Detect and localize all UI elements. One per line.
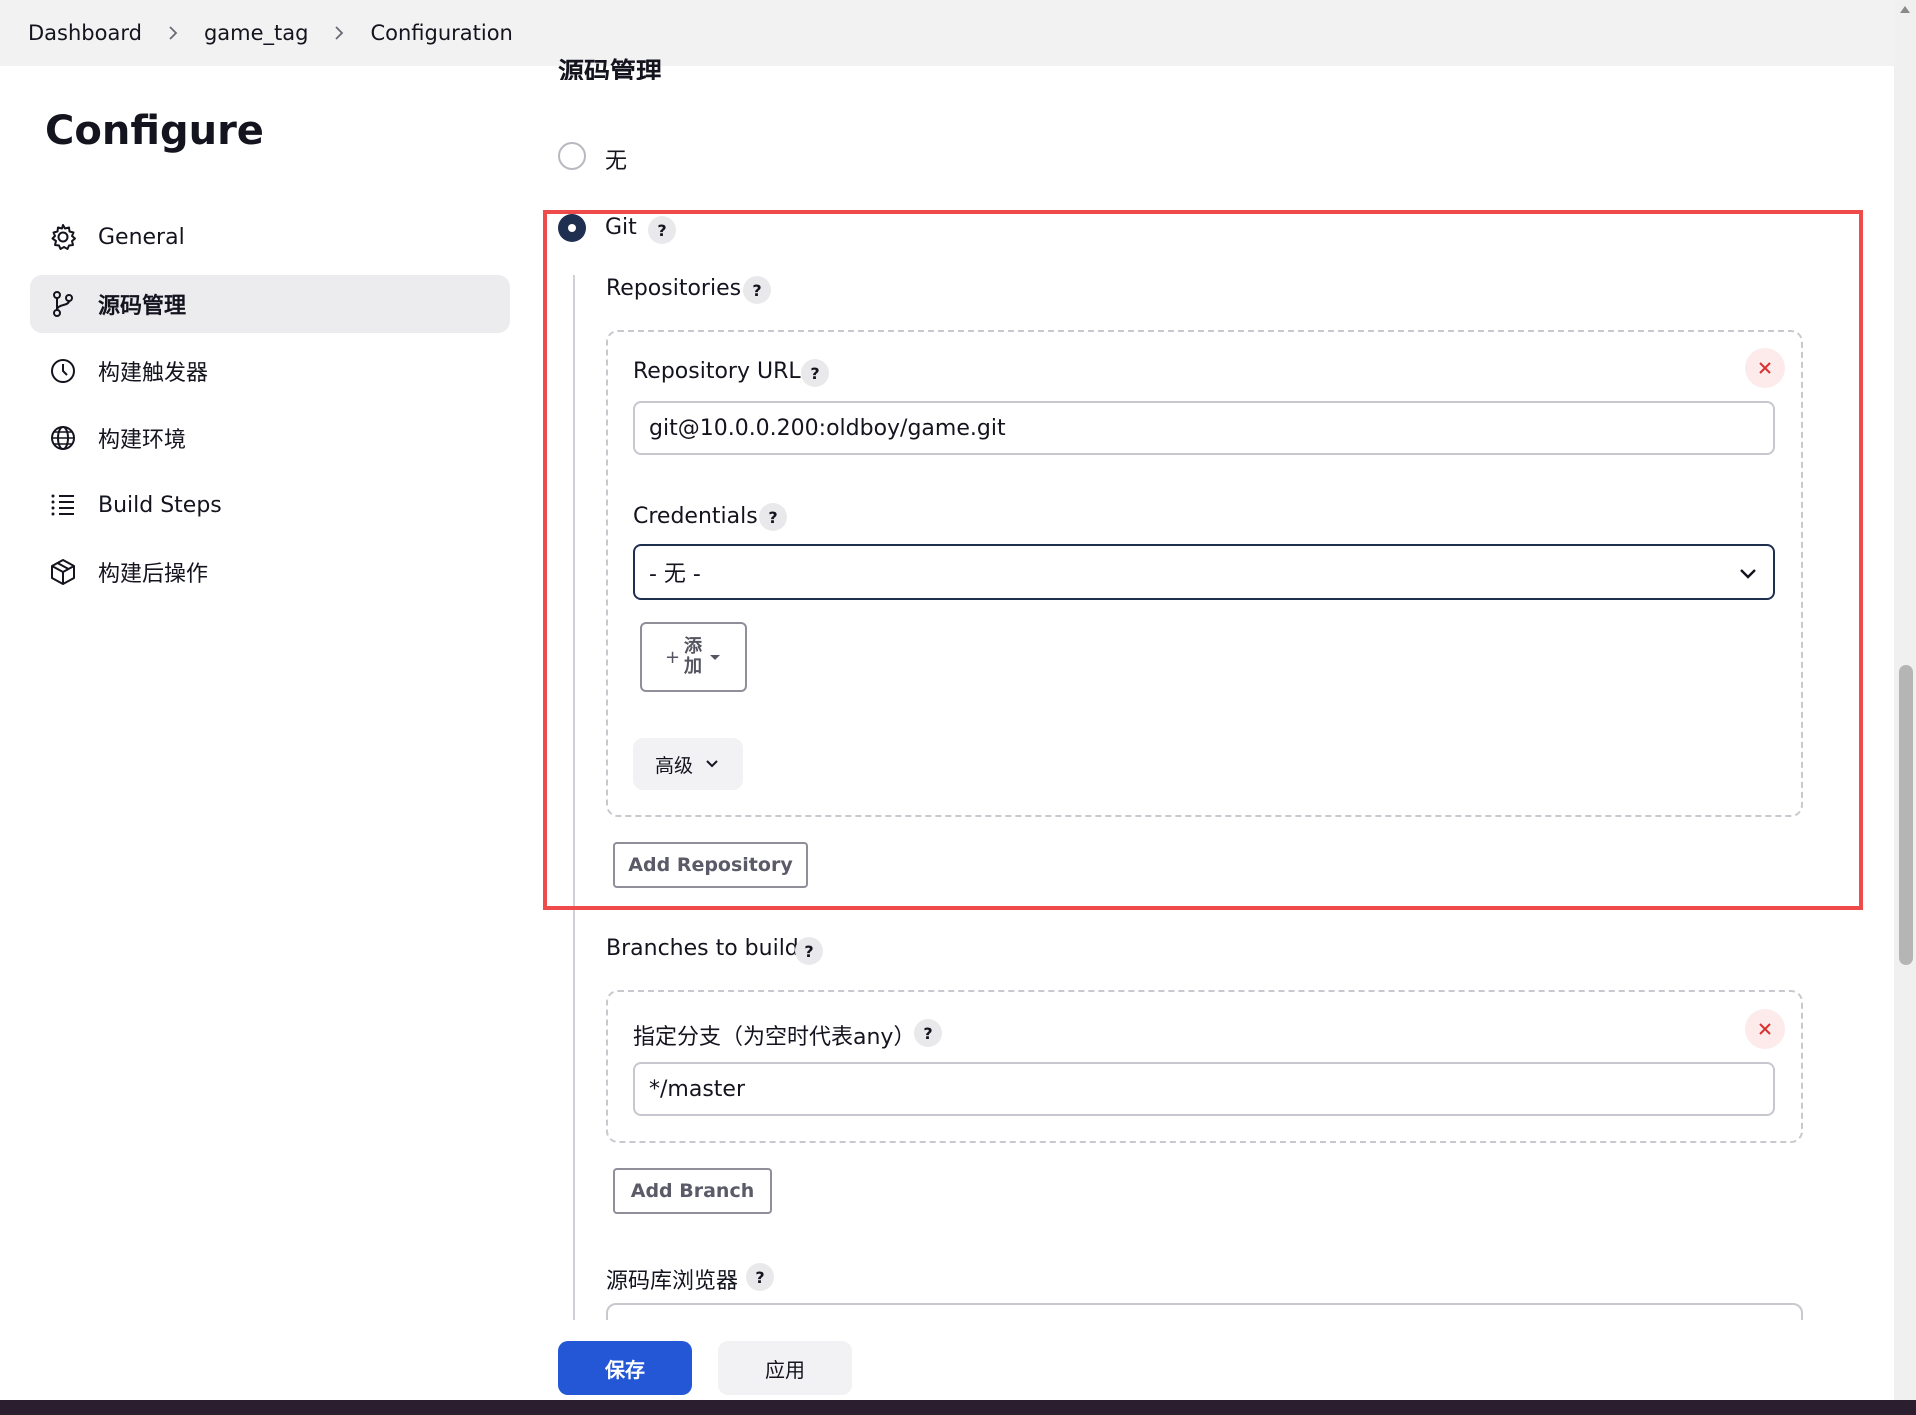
breadcrumb-dashboard[interactable]: Dashboard xyxy=(28,21,142,45)
gear-icon xyxy=(48,222,78,252)
repositories-label: Repositories xyxy=(606,276,742,301)
add-repository-button[interactable]: Add Repository xyxy=(613,842,808,888)
sidebar-item-label: 构建后操作 xyxy=(98,562,209,587)
breadcrumb-configuration[interactable]: Configuration xyxy=(370,21,512,45)
credentials-select[interactable]: - 无 - xyxy=(633,544,1775,600)
sidebar-item-post-build[interactable]: 构建后操作 xyxy=(30,543,510,601)
save-button[interactable]: 保存 xyxy=(558,1341,692,1395)
git-help-button[interactable]: ? xyxy=(648,216,676,244)
clock-icon xyxy=(48,356,78,386)
apply-button[interactable]: 应用 xyxy=(718,1341,852,1395)
credentials-help-button[interactable]: ? xyxy=(759,503,787,531)
chevron-down-icon xyxy=(1740,569,1756,579)
repo-browser-label: 源码库浏览器 xyxy=(606,1269,739,1294)
scrollbar-thumb[interactable] xyxy=(1899,665,1913,965)
page-title: Configure xyxy=(45,108,264,154)
repo-url-help-button[interactable]: ? xyxy=(801,359,829,387)
branch-icon xyxy=(48,289,78,319)
add-branch-button[interactable]: Add Branch xyxy=(613,1168,772,1214)
breadcrumb: Dashboard game_tag Configuration xyxy=(0,0,1894,66)
breadcrumb-job[interactable]: game_tag xyxy=(204,21,309,45)
scroll-up-icon[interactable] xyxy=(1900,6,1910,13)
add-credentials-label-1: 添 xyxy=(684,636,703,657)
credentials-selected-value: - 无 - xyxy=(649,562,701,587)
sidebar-item-label: 构建环境 xyxy=(98,428,187,453)
sidebar-item-general[interactable]: General xyxy=(30,208,510,266)
repo-url-label: Repository URL xyxy=(633,359,801,384)
radio-none[interactable] xyxy=(558,142,586,170)
taskbar-strip xyxy=(0,1400,1916,1415)
radio-git[interactable] xyxy=(558,214,586,242)
chevron-right-icon xyxy=(330,24,348,42)
branches-help-button[interactable]: ? xyxy=(795,937,823,965)
remove-branch-button[interactable] xyxy=(1745,1009,1785,1049)
branch-spec-input[interactable]: */master xyxy=(633,1062,1775,1116)
sidebar-item-label: 源码管理 xyxy=(98,294,187,319)
remove-repository-button[interactable] xyxy=(1745,348,1785,388)
sidebar-nav: General 源码管理 构建触发器 构建环境 Build Steps 构建后操… xyxy=(30,208,510,610)
chevron-right-icon xyxy=(164,24,182,42)
sidebar-item-scm[interactable]: 源码管理 xyxy=(30,275,510,333)
close-icon xyxy=(1759,362,1771,374)
scrollbar[interactable] xyxy=(1894,0,1916,1415)
section-title: 源码管理 xyxy=(558,58,663,80)
section-guide-line xyxy=(573,275,575,1320)
radio-none-label: 无 xyxy=(605,149,628,174)
caret-down-icon xyxy=(710,655,721,660)
branches-label: Branches to build xyxy=(606,936,799,961)
sidebar-item-triggers[interactable]: 构建触发器 xyxy=(30,342,510,400)
package-icon xyxy=(48,557,78,587)
close-icon xyxy=(1759,1023,1771,1035)
sidebar-item-environment[interactable]: 构建环境 xyxy=(30,409,510,467)
plus-icon: + xyxy=(664,646,681,668)
add-credentials-label-2: 加 xyxy=(684,656,703,677)
repo-browser-help-button[interactable]: ? xyxy=(746,1263,774,1291)
add-credentials-button[interactable]: + 添 加 xyxy=(640,622,747,692)
sidebar-item-label: Build Steps xyxy=(98,492,222,518)
sidebar-item-label: 构建触发器 xyxy=(98,361,209,386)
repositories-help-button[interactable]: ? xyxy=(743,276,771,304)
sidebar-item-label: General xyxy=(98,224,185,250)
advanced-button[interactable]: 高级 xyxy=(633,738,743,790)
advanced-label: 高级 xyxy=(654,754,693,777)
branch-spec-label: 指定分支（为空时代表any） xyxy=(633,1025,916,1050)
chevron-down-icon xyxy=(706,760,718,768)
radio-git-label: Git xyxy=(605,215,637,240)
sidebar-item-build-steps[interactable]: Build Steps xyxy=(30,476,510,534)
globe-icon xyxy=(48,423,78,453)
repo-url-input[interactable]: git@10.0.0.200:oldboy/game.git xyxy=(633,401,1775,455)
list-icon xyxy=(48,490,78,520)
credentials-label: Credentials xyxy=(633,504,758,529)
branch-spec-help-button[interactable]: ? xyxy=(914,1019,942,1047)
